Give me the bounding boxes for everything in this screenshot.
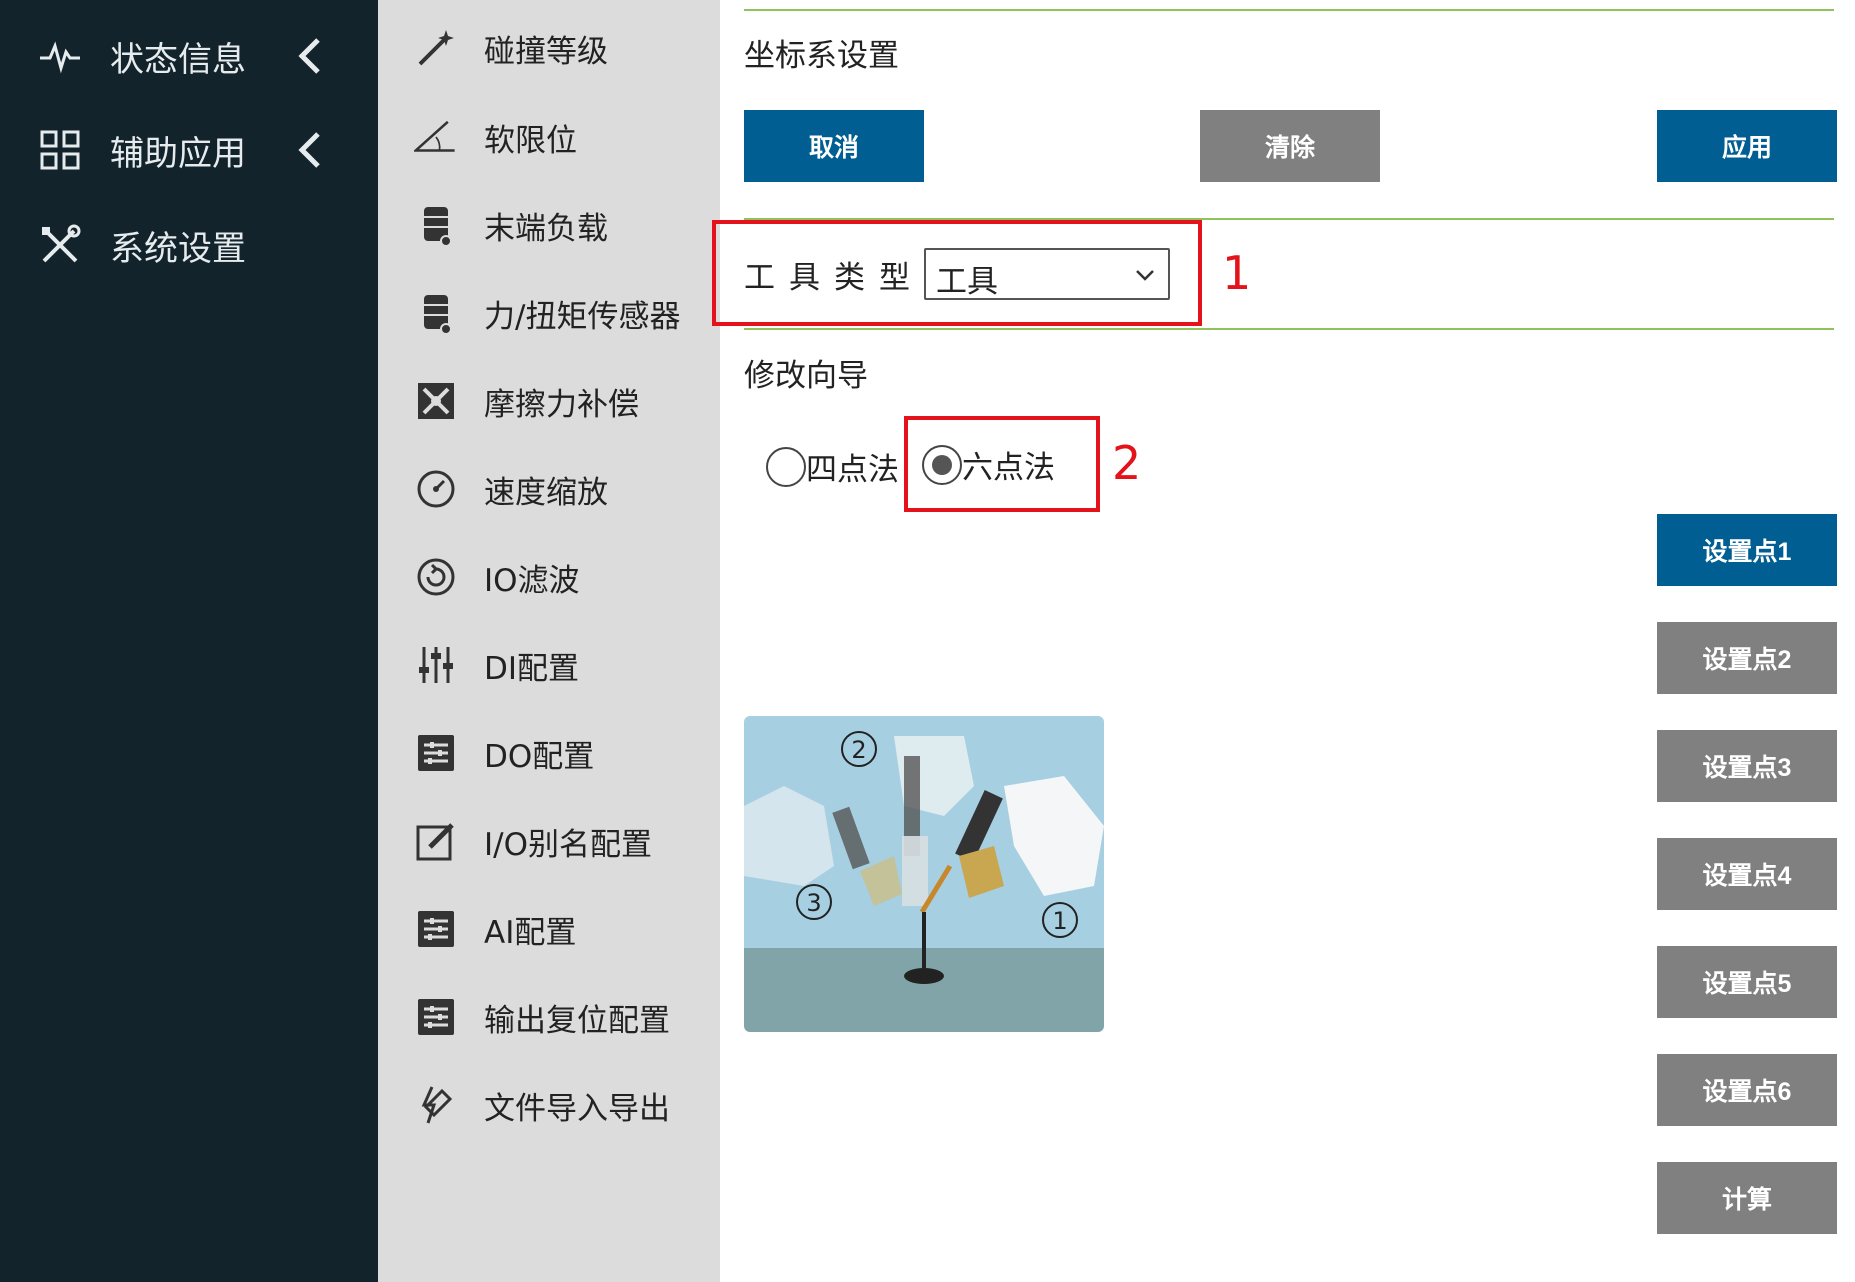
submenu-item-di-config[interactable]: DI配置: [378, 625, 720, 705]
submenu-item-soft-limit[interactable]: 软限位: [378, 97, 720, 177]
grid-icon: [38, 128, 82, 172]
settings-list-icon: [414, 731, 458, 775]
settings-list-icon: [414, 995, 458, 1039]
annotation-box-2: [904, 416, 1100, 512]
chevron-left-icon[interactable]: [292, 128, 328, 172]
submenu-item-label: 末端负载: [484, 210, 608, 247]
set-point-2-button[interactable]: 设置点2: [1657, 622, 1837, 694]
settings-list-icon: [414, 907, 458, 951]
submenu-item-output-reset-config[interactable]: 输出复位配置: [378, 977, 720, 1057]
sliders-icon: [414, 643, 458, 687]
friction-icon: [414, 379, 458, 423]
nav-item-system-settings[interactable]: 系统设置: [0, 205, 378, 285]
magic-wand-icon: [414, 26, 458, 70]
submenu-item-label: 摩擦力补偿: [484, 386, 639, 423]
cancel-button[interactable]: 取消: [744, 110, 924, 182]
annotation-number-1: 1: [1222, 246, 1252, 300]
database-icon: [414, 203, 458, 247]
submenu-item-label: 文件导入导出: [484, 1090, 670, 1127]
annotation-box-1: [712, 220, 1202, 326]
clear-button[interactable]: 清除: [1200, 110, 1380, 182]
submenu-item-label: 软限位: [484, 122, 577, 159]
submenu-item-ai-config[interactable]: AI配置: [378, 889, 720, 969]
six-point-method-illustration: 2 3 1: [744, 716, 1104, 1032]
radio-button[interactable]: [766, 446, 806, 487]
submenu-item-label: I/O别名配置: [484, 826, 652, 863]
svg-text:2: 2: [851, 736, 866, 764]
radio-label: 四点法: [806, 452, 899, 488]
nav-item-status[interactable]: 状态信息: [0, 16, 378, 96]
submenu-item-label: IO滤波: [484, 562, 580, 599]
apply-button[interactable]: 应用: [1657, 110, 1837, 182]
submenu-item-io-filter[interactable]: IO滤波: [378, 537, 720, 617]
nav-item-label: 状态信息: [110, 39, 246, 80]
submenu-item-label: 输出复位配置: [484, 1002, 670, 1039]
divider: [744, 328, 1834, 330]
dashboard-icon: [414, 467, 458, 511]
page-title: 坐标系设置: [744, 38, 899, 74]
set-point-1-button[interactable]: 设置点1: [1657, 514, 1837, 586]
chevron-left-icon[interactable]: [292, 34, 328, 78]
edit-icon: [414, 819, 458, 863]
filter-icon: [414, 555, 458, 599]
submenu-item-label: DO配置: [484, 738, 595, 775]
submenu-item-io-alias-config[interactable]: I/O别名配置: [378, 801, 720, 881]
database-icon: [414, 291, 458, 335]
nav-item-label: 辅助应用: [110, 133, 246, 174]
submenu-item-label: 速度缩放: [484, 474, 608, 511]
radio-four-point[interactable]: 四点法: [766, 444, 899, 489]
set-point-5-button[interactable]: 设置点5: [1657, 946, 1837, 1018]
submenu-item-friction-compensation[interactable]: 摩擦力补偿: [378, 361, 720, 441]
app-window: 状态信息 辅助应用 系统设置 碰撞等级 软限位 末端负载 力/扭矩传感器 摩擦力…: [0, 0, 1855, 1282]
tools-icon: [38, 223, 82, 267]
angle-icon: [414, 115, 458, 159]
calculate-button[interactable]: 计算: [1657, 1162, 1837, 1234]
submenu-item-label: AI配置: [484, 914, 577, 951]
wizard-title: 修改向导: [744, 358, 868, 394]
nav-item-label: 系统设置: [110, 228, 246, 269]
submenu-item-do-config[interactable]: DO配置: [378, 713, 720, 793]
settings-submenu: 碰撞等级 软限位 末端负载 力/扭矩传感器 摩擦力补偿 速度缩放 IO滤波 DI…: [378, 0, 720, 1282]
set-point-3-button[interactable]: 设置点3: [1657, 730, 1837, 802]
svg-text:1: 1: [1052, 907, 1067, 935]
divider: [744, 9, 1834, 11]
submenu-item-label: 碰撞等级: [484, 33, 608, 70]
annotation-number-2: 2: [1112, 436, 1142, 490]
nav-item-assist[interactable]: 辅助应用: [0, 110, 378, 190]
submenu-item-label: DI配置: [484, 650, 580, 687]
submenu-item-end-load[interactable]: 末端负载: [378, 185, 720, 265]
main-nav: 状态信息 辅助应用 系统设置: [0, 0, 378, 1282]
set-point-6-button[interactable]: 设置点6: [1657, 1054, 1837, 1126]
submenu-item-file-import-export[interactable]: 文件导入导出: [378, 1065, 720, 1145]
submenu-item-collision-level[interactable]: 碰撞等级: [378, 8, 720, 88]
set-point-4-button[interactable]: 设置点4: [1657, 838, 1837, 910]
file-transfer-icon: [414, 1083, 458, 1127]
submenu-item-speed-scaling[interactable]: 速度缩放: [378, 449, 720, 529]
submenu-item-force-torque-sensor[interactable]: 力/扭矩传感器: [378, 273, 720, 353]
pulse-icon: [38, 34, 82, 78]
svg-text:3: 3: [806, 889, 821, 917]
coordinate-settings-panel: 坐标系设置 取消 清除 应用 工具类型 工具 1 修改向导 四点法 六点法 2: [712, 0, 1855, 1282]
submenu-item-label: 力/扭矩传感器: [484, 298, 681, 335]
